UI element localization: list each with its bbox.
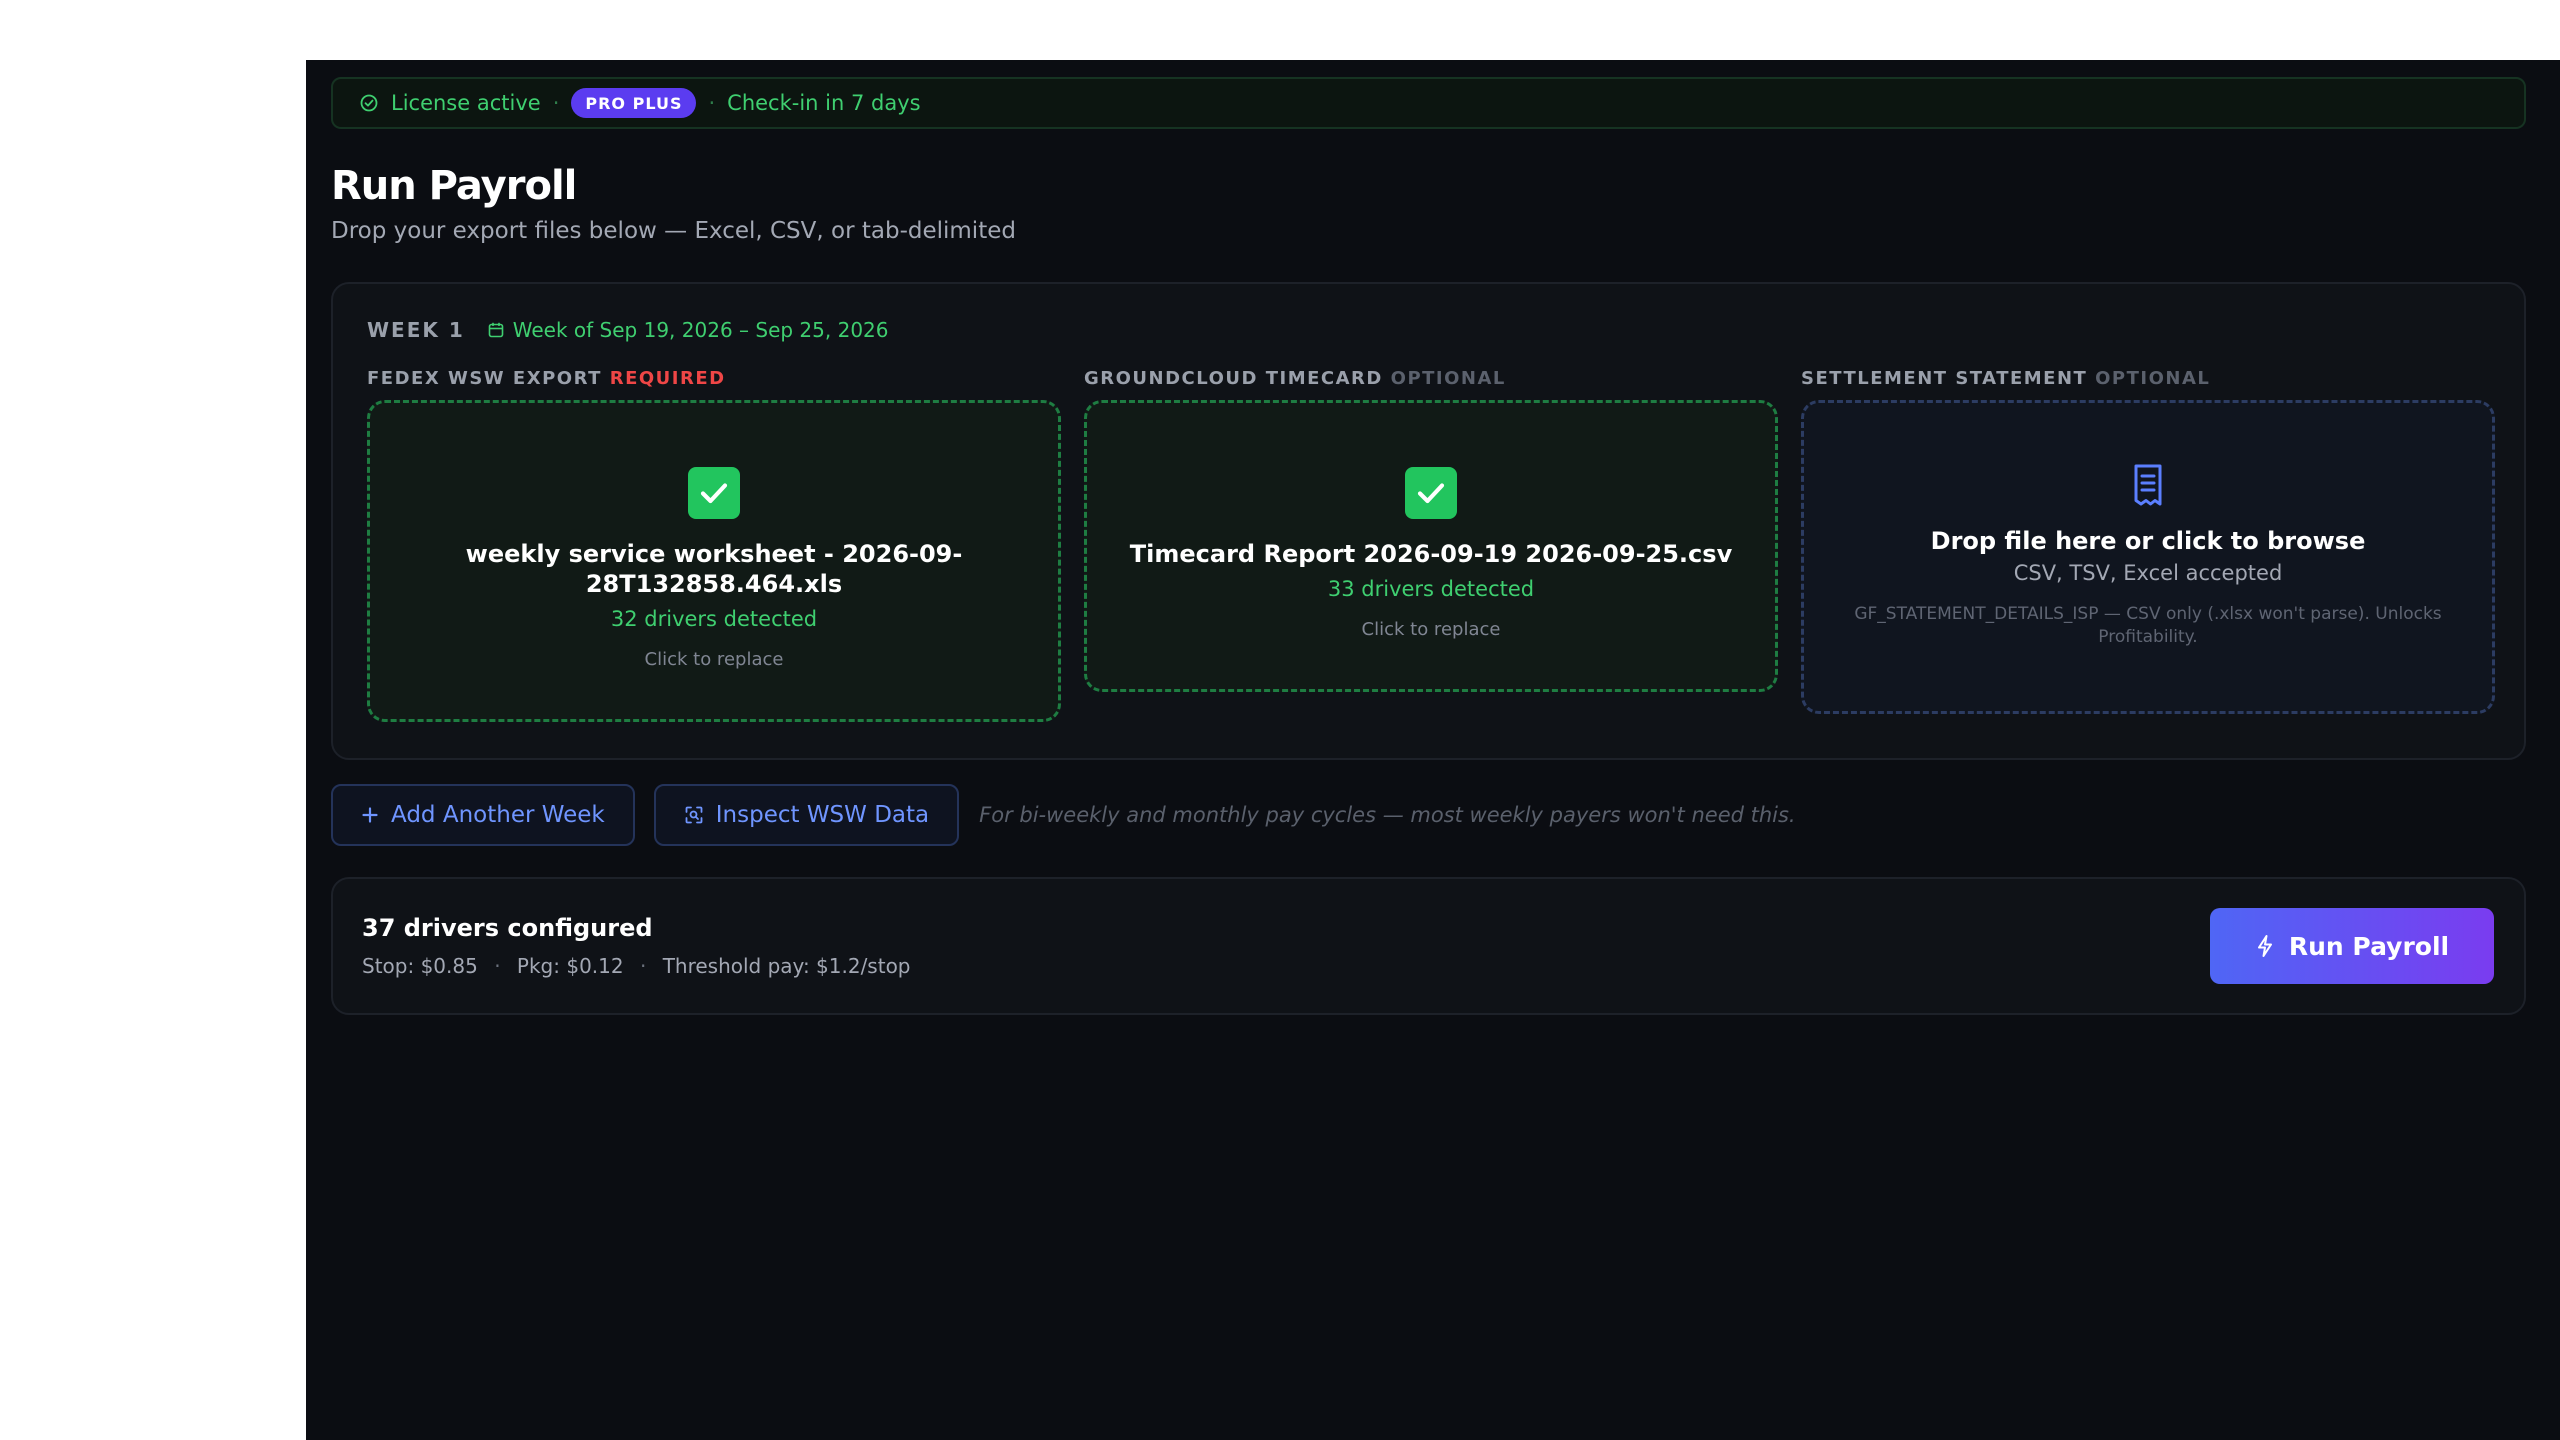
optional-tag: OPTIONAL — [1390, 368, 1506, 389]
slot-label: GROUNDCLOUD TIMECARD OPTIONAL — [1084, 368, 1778, 394]
week-label: WEEK 1 — [367, 318, 465, 342]
check-square-icon — [1405, 467, 1457, 519]
drivers-configured: 37 drivers configured — [362, 914, 653, 942]
check-circle-icon — [359, 93, 379, 113]
rate-summary: Stop: $0.85 · Pkg: $0.12 · Threshold pay… — [362, 954, 911, 978]
accepted-formats: CSV, TSV, Excel accepted — [2013, 561, 2283, 585]
week-header: WEEK 1 Week of Sep 19, 2026 – Sep 25, 20… — [367, 318, 889, 342]
lightning-icon — [2255, 934, 2275, 958]
scan-icon — [684, 805, 704, 825]
page-title: Run Payroll — [331, 163, 577, 209]
dropzone-title: Drop file here or click to browse — [1930, 527, 2366, 555]
separator: · — [639, 954, 647, 978]
stop-rate: Stop: $0.85 — [362, 954, 478, 978]
license-banner: License active · PRO PLUS · Check-in in … — [331, 77, 2526, 129]
check-square-icon — [688, 467, 740, 519]
week-date-range: Week of Sep 19, 2026 – Sep 25, 2026 — [487, 318, 889, 342]
pkg-rate: Pkg: $0.12 — [516, 954, 624, 978]
add-week-label: Add Another Week — [391, 802, 605, 828]
run-payroll-label: Run Payroll — [2288, 931, 2450, 961]
fedex-wsw-slot: FEDEX WSW EXPORT REQUIRED weekly service… — [367, 368, 1061, 722]
fedex-wsw-dropzone[interactable]: weekly service worksheet - 2026-09-28T13… — [367, 400, 1061, 722]
plus-icon — [361, 806, 379, 824]
page-subtitle: Drop your export files below — Excel, CS… — [331, 218, 1016, 244]
slot-label: FEDEX WSW EXPORT REQUIRED — [367, 368, 1061, 394]
separator: · — [494, 954, 501, 978]
calendar-icon — [487, 321, 505, 339]
replace-link[interactable]: Click to replace — [645, 649, 784, 670]
dropzone-note: GF_STATEMENT_DETAILS_ISP — CSV only (.xl… — [1854, 604, 2442, 647]
replace-link[interactable]: Click to replace — [1362, 619, 1501, 640]
separator: · — [708, 91, 716, 115]
required-tag: REQUIRED — [609, 368, 726, 389]
slot-label-text: SETTLEMENT STATEMENT — [1801, 368, 2088, 389]
checkin-text: Check-in in 7 days — [727, 91, 921, 115]
week-card: WEEK 1 Week of Sep 19, 2026 – Sep 25, 20… — [331, 282, 2526, 760]
threshold-rate: Threshold pay: $1.2/stop — [662, 954, 911, 978]
plan-badge: PRO PLUS — [571, 88, 697, 118]
settlement-statement-slot: SETTLEMENT STATEMENT OPTIONAL Drop file … — [1801, 368, 2495, 714]
separator: · — [552, 91, 560, 115]
multi-week-hint: For bi-weekly and monthly pay cycles — m… — [979, 803, 1796, 827]
week-date-text: Week of Sep 19, 2026 – Sep 25, 2026 — [512, 318, 889, 342]
file-name: weekly service worksheet - 2026-09-28T13… — [465, 540, 963, 598]
license-status: License active — [391, 91, 541, 115]
optional-tag: OPTIONAL — [2095, 368, 2211, 389]
settlement-statement-dropzone[interactable]: Drop file here or click to browse CSV, T… — [1801, 400, 2495, 714]
slot-label-text: GROUNDCLOUD TIMECARD — [1084, 368, 1383, 389]
slot-label-text: FEDEX WSW EXPORT — [367, 368, 602, 389]
app-window: License active · PRO PLUS · Check-in in … — [306, 60, 2560, 1440]
inspect-wsw-button[interactable]: Inspect WSW Data — [653, 784, 960, 846]
groundcloud-timecard-dropzone[interactable]: Timecard Report 2026-09-19 2026-09-25.cs… — [1084, 400, 1778, 692]
drivers-detected: 32 drivers detected — [610, 607, 818, 631]
drivers-detected: 33 drivers detected — [1327, 577, 1535, 601]
add-week-button[interactable]: Add Another Week — [331, 784, 635, 846]
run-payroll-button[interactable]: Run Payroll — [2210, 908, 2494, 984]
slot-label: SETTLEMENT STATEMENT OPTIONAL — [1801, 368, 2495, 394]
file-name: Timecard Report 2026-09-19 2026-09-25.cs… — [1129, 540, 1733, 568]
payroll-summary: 37 drivers configured Stop: $0.85 · Pkg:… — [331, 877, 2526, 1015]
groundcloud-timecard-slot: GROUNDCLOUD TIMECARD OPTIONAL Timecard R… — [1084, 368, 1778, 692]
inspect-wsw-label: Inspect WSW Data — [715, 802, 930, 828]
receipt-icon — [2128, 463, 2168, 507]
week-actions: Add Another Week Inspect WSW Data For bi… — [331, 784, 1796, 846]
